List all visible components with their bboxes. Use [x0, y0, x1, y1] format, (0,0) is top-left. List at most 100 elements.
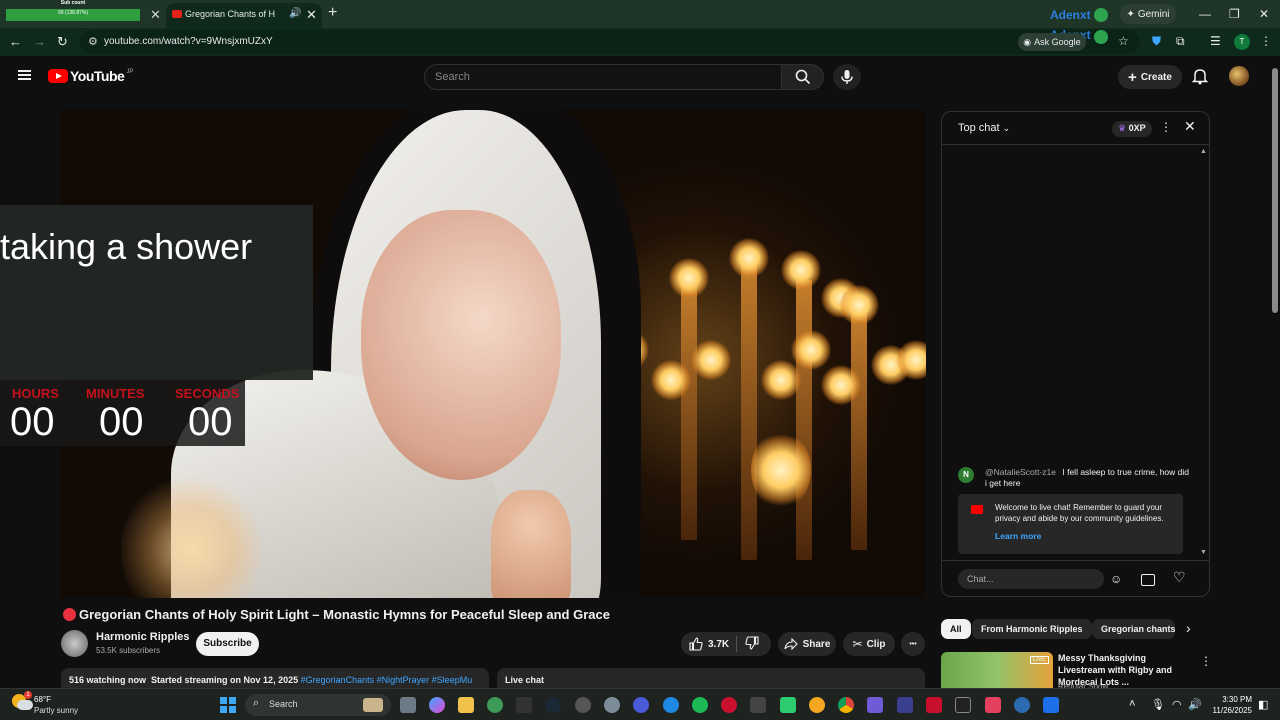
app-icon[interactable]: [1014, 697, 1030, 713]
tab-title: Gregorian Chants of Holy: [185, 9, 275, 19]
scroll-down-arrow-icon[interactable]: ▼: [1200, 549, 1207, 556]
app-icon[interactable]: [926, 697, 942, 713]
show-hidden-icons-chevron[interactable]: ˄: [1129, 698, 1135, 710]
ask-google-label: Ask Google: [1034, 37, 1081, 47]
profile-avatar[interactable]: T: [1234, 34, 1250, 50]
epic-games-icon[interactable]: [516, 697, 532, 713]
back-arrow-icon[interactable]: ←: [9, 34, 22, 49]
close-tab-icon[interactable]: ✕: [150, 7, 161, 23]
share-button[interactable]: Share: [778, 632, 836, 656]
reading-list-icon[interactable]: ☰: [1210, 34, 1221, 48]
emoji-icon[interactable]: ☺: [1110, 572, 1122, 586]
more-actions-button[interactable]: •••: [901, 632, 925, 656]
copilot-icon[interactable]: [429, 697, 445, 713]
create-button[interactable]: + Create: [1118, 65, 1182, 89]
youtube-logo[interactable]: YouTube JP: [48, 68, 133, 84]
like-button[interactable]: 3.7K: [681, 637, 736, 651]
chrome-icon[interactable]: [838, 697, 854, 713]
channel-avatar[interactable]: [61, 630, 88, 657]
edge-icon[interactable]: [663, 697, 679, 713]
microphone-tray-icon[interactable]: 🎙: [1151, 698, 1165, 711]
close-tab-icon[interactable]: ✕: [306, 7, 317, 23]
menu-hamburger-icon[interactable]: [18, 70, 31, 80]
chip-from-channel[interactable]: From Harmonic Ripples: [972, 619, 1092, 639]
chat-input[interactable]: Chat...: [958, 569, 1104, 589]
browser-tab-bar: Sub count 99 (138.87%) ✕ Gregorian Chant…: [0, 0, 1280, 28]
xp-badge[interactable]: ♛ 0XP: [1112, 121, 1152, 137]
search-button[interactable]: [782, 64, 824, 90]
weather-icon[interactable]: 1: [12, 691, 34, 712]
close-window-button[interactable]: ✕: [1259, 7, 1269, 21]
tiktok-icon[interactable]: [985, 697, 1001, 713]
chevron-right-icon[interactable]: ›: [1186, 620, 1191, 636]
xbox-icon[interactable]: [487, 697, 503, 713]
app-icon[interactable]: [633, 697, 649, 713]
account-avatar[interactable]: [1229, 66, 1249, 86]
notification-bell-icon[interactable]: ◧: [1258, 698, 1268, 711]
chat-app-icon[interactable]: [780, 697, 796, 713]
chip-gregorian-chants[interactable]: Gregorian chants: [1092, 619, 1175, 639]
url-field[interactable]: ⚙ youtube.com/watch?v=9WnsjxmUZxY: [80, 30, 1140, 54]
system-clock[interactable]: 3:30 PM 11/26/2025: [1210, 694, 1252, 716]
chat-author-name[interactable]: @NatalieScott-z1e: [985, 467, 1056, 477]
app-icon[interactable]: [867, 697, 883, 713]
minimize-button[interactable]: —: [1199, 7, 1211, 21]
page-scrollbar[interactable]: [1270, 56, 1280, 688]
site-info-icon[interactable]: ⚙: [88, 35, 98, 48]
spotify-icon[interactable]: [692, 697, 708, 713]
candle: [851, 310, 867, 550]
extensions-puzzle-icon[interactable]: ⧉: [1176, 34, 1185, 49]
chip-all[interactable]: All: [941, 619, 971, 639]
reload-icon[interactable]: ↻: [57, 34, 68, 50]
task-view-icon[interactable]: [400, 697, 416, 713]
channel-name[interactable]: Harmonic Ripples: [96, 631, 190, 643]
bookmark-star-icon[interactable]: ☆: [1118, 34, 1129, 48]
recommendation-more-icon[interactable]: ⋮: [1200, 654, 1212, 668]
notification-app-icon[interactable]: [809, 697, 825, 713]
opera-icon[interactable]: [721, 697, 737, 713]
windows-taskbar: 1 68°F Partly sunny ⌕ Search ˄ 🎙 ◠ 🔊 3:3…: [0, 688, 1280, 720]
heart-icon[interactable]: ♡: [1173, 569, 1186, 586]
chrome-menu-icon[interactable]: ⋮: [1260, 34, 1272, 48]
obs-icon[interactable]: [575, 697, 591, 713]
app-icon[interactable]: [955, 697, 971, 713]
notifications-bell-icon[interactable]: [1192, 67, 1208, 85]
new-tab-button[interactable]: +: [328, 4, 337, 22]
forward-arrow-icon[interactable]: →: [33, 34, 46, 49]
ask-google-button[interactable]: ◉ Ask Google: [1018, 33, 1086, 51]
taskbar-search[interactable]: ⌕ Search: [245, 694, 391, 716]
clip-label: Clip: [866, 638, 886, 650]
gemini-button[interactable]: ✦ Gemini: [1120, 4, 1176, 24]
clip-button[interactable]: ✂ Clip: [843, 632, 895, 656]
voice-search-button[interactable]: [833, 64, 861, 90]
subscribe-button[interactable]: Subscribe: [196, 632, 259, 656]
file-explorer-icon[interactable]: [458, 697, 474, 713]
scroll-up-arrow-icon[interactable]: ▲: [1200, 148, 1207, 155]
search-input[interactable]: Search: [424, 64, 782, 90]
wifi-icon[interactable]: ◠: [1172, 698, 1182, 711]
chat-more-icon[interactable]: ⋮: [1160, 120, 1172, 134]
super-chat-icon[interactable]: [1141, 574, 1155, 586]
volume-icon[interactable]: 🔊: [1188, 698, 1202, 711]
app-icon[interactable]: [897, 697, 913, 713]
settings-gear-icon[interactable]: [604, 697, 620, 713]
app-icon[interactable]: [750, 697, 766, 713]
top-chat-dropdown[interactable]: Top chat ⌄: [958, 122, 1010, 134]
windows-start-icon[interactable]: [220, 697, 236, 713]
recommendation-thumbnail[interactable]: LIVE: [941, 652, 1053, 688]
browser-tab-youtube[interactable]: Gregorian Chants of Holy 🔊 ✕: [166, 3, 322, 28]
steam-icon[interactable]: [545, 697, 561, 713]
adenxt-extension-label[interactable]: Adenxt: [1050, 8, 1091, 22]
shield-extension-icon[interactable]: ⛊: [1152, 34, 1161, 49]
chat-author-avatar[interactable]: N: [958, 467, 974, 483]
scrollbar-thumb[interactable]: [1272, 68, 1278, 313]
candle-flame: [821, 365, 861, 405]
hashtags[interactable]: #GregorianChants #NightPrayer #SleepMu: [301, 675, 473, 685]
app-icon[interactable]: [1043, 697, 1059, 713]
maximize-button[interactable]: ❐: [1229, 7, 1240, 21]
close-chat-icon[interactable]: ✕: [1184, 118, 1196, 135]
dislike-button[interactable]: [737, 635, 759, 653]
browser-tab-sub-count[interactable]: Sub count 99 (138.87%) ✕: [4, 0, 164, 28]
speaker-icon[interactable]: 🔊: [289, 8, 301, 19]
learn-more-link[interactable]: Learn more: [995, 531, 1041, 541]
